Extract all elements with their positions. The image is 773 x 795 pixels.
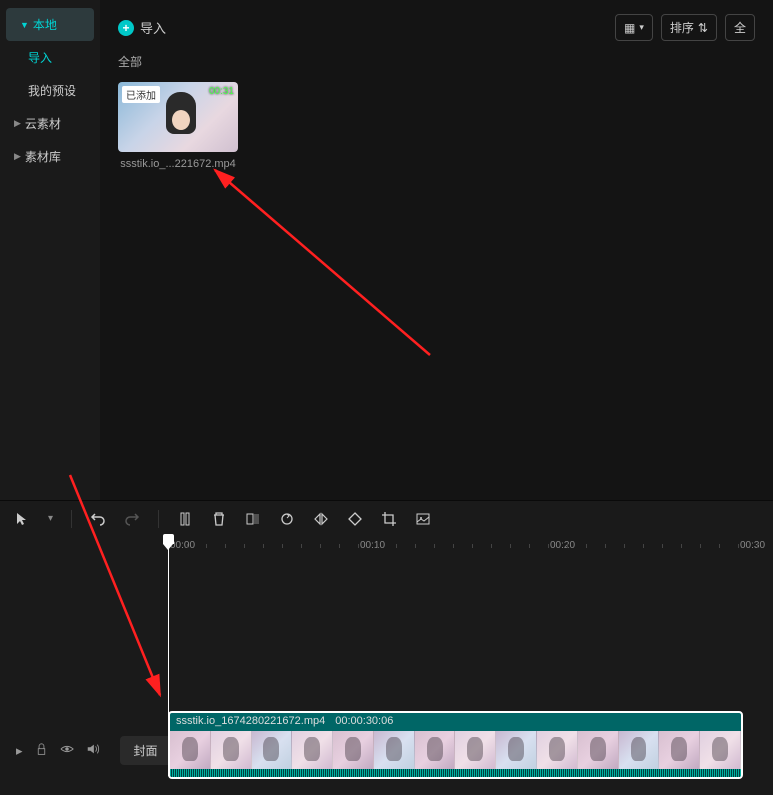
sidebar-item-import[interactable]: 导入 [0, 41, 100, 74]
ruler-tick: 00:20 [550, 540, 575, 551]
speaker-icon[interactable] [86, 742, 100, 759]
clip-waveform [170, 769, 741, 777]
category-label: 全部 [118, 53, 755, 70]
timeline-ruler[interactable]: 00:00 00:10 00:20 00:30 [168, 536, 773, 556]
clip-filename: ssstik.io_1674280221672.mp4 [176, 715, 325, 727]
playhead[interactable] [168, 536, 169, 776]
redo-icon[interactable] [124, 511, 140, 527]
image-icon[interactable] [415, 511, 431, 527]
split-icon[interactable] [177, 511, 193, 527]
sidebar-label: 素材库 [25, 148, 61, 165]
media-item[interactable]: 已添加 00:31 ssstik.io_...221672.mp4 [118, 82, 238, 170]
sort-label: 排序 [670, 19, 694, 36]
undo-icon[interactable] [90, 511, 106, 527]
track-toggle-icon[interactable]: ▸ [16, 743, 23, 759]
timeline-clip[interactable]: ssstik.io_1674280221672.mp4 00:00:30:06 [168, 711, 743, 779]
grid-icon: ▦ [624, 21, 635, 35]
caret-right-icon: ▶ [14, 151, 21, 162]
sort-icon: ⇅ [698, 21, 708, 35]
duration-badge: 00:31 [209, 86, 234, 97]
sidebar-item-library[interactable]: ▶ 素材库 [0, 140, 100, 173]
all-label: 全 [734, 19, 746, 36]
sidebar-item-local[interactable]: ▼ 本地 [6, 8, 94, 41]
media-thumbnail[interactable]: 已添加 00:31 [118, 82, 238, 152]
sidebar-label: 云素材 [25, 115, 61, 132]
sidebar-label: 我的预设 [28, 82, 76, 99]
reverse-icon[interactable] [279, 511, 295, 527]
sidebar-item-presets[interactable]: 我的预设 [0, 74, 100, 107]
all-button[interactable]: 全 [725, 14, 755, 41]
caret-right-icon: ▶ [14, 118, 21, 129]
divider [158, 510, 159, 528]
rotate-icon[interactable] [347, 511, 363, 527]
pointer-tool-icon[interactable] [14, 511, 30, 527]
chevron-down-icon[interactable]: ▾ [48, 513, 53, 524]
clip-duration: 00:00:30:06 [335, 715, 393, 727]
sidebar-item-cloud[interactable]: ▶ 云素材 [0, 107, 100, 140]
import-button[interactable]: + 导入 [118, 18, 166, 37]
mirror-icon[interactable] [313, 511, 329, 527]
crop-icon[interactable] [381, 511, 397, 527]
clip-frames [170, 731, 741, 771]
lock-icon[interactable] [35, 743, 48, 759]
import-label: 导入 [140, 18, 166, 37]
plus-icon: + [118, 20, 134, 36]
caret-down-icon: ▼ [20, 20, 29, 30]
view-mode-button[interactable]: ▦ ▾ [615, 14, 653, 41]
divider [71, 510, 72, 528]
added-badge: 已添加 [122, 86, 160, 103]
sidebar-label: 导入 [28, 49, 52, 66]
chevron-down-icon: ▾ [639, 22, 644, 33]
sidebar-label: 本地 [33, 16, 57, 33]
media-filename: ssstik.io_...221672.mp4 [118, 158, 238, 170]
ruler-tick: 00:10 [360, 540, 385, 551]
delete-icon[interactable] [211, 511, 227, 527]
crop-left-icon[interactable] [245, 511, 261, 527]
cover-button[interactable]: 封面 [120, 736, 172, 765]
ruler-tick: 00:30 [740, 540, 765, 551]
eye-icon[interactable] [60, 742, 74, 759]
sort-button[interactable]: 排序 ⇅ [661, 14, 717, 41]
